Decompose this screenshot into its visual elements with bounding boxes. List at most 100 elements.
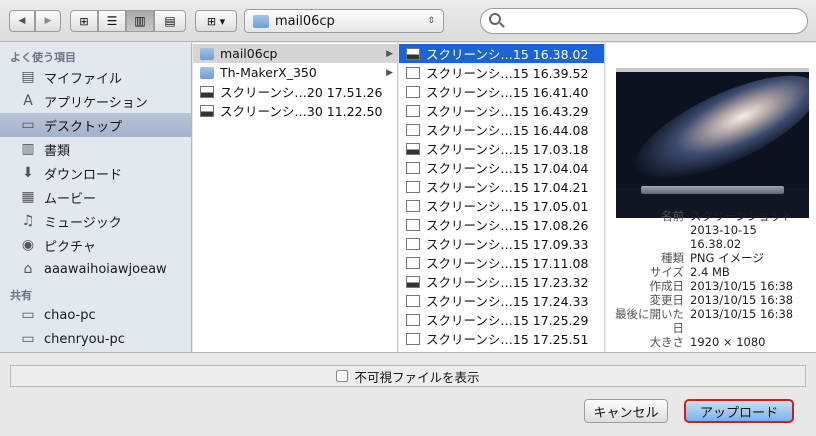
home-icon: ⌂	[23, 261, 33, 277]
arrange-icon: ⊞ ▾	[206, 14, 226, 28]
list-item[interactable]: スクリーンシ…15 17.05.01	[399, 196, 604, 215]
forward-button[interactable]: ▶	[35, 10, 61, 32]
sidebar-item-label: ムービー	[44, 191, 97, 207]
sidebar-item[interactable]: ▭ デスクトップ	[0, 113, 191, 137]
image-file-icon	[406, 85, 420, 98]
list-item[interactable]: mail06cp ▶	[193, 44, 397, 63]
info-row: 変更日 2013/10/15 16:38	[606, 293, 816, 307]
upload-button[interactable]: アップロード	[684, 399, 794, 423]
coverflow-view-button[interactable]: ▤	[154, 10, 186, 32]
image-file-icon	[406, 275, 420, 288]
sidebar-section-title: よく使う項目	[10, 51, 76, 64]
search-input[interactable]	[480, 8, 808, 34]
show-hidden-label[interactable]: 不可視ファイルを表示	[354, 367, 479, 386]
updown-icon: ⇕	[427, 16, 435, 26]
sidebar-item[interactable]: ◉ ピクチャ	[0, 233, 191, 257]
item-label: スクリーンシ…15 16.39.52	[426, 66, 589, 81]
forward-arrow-icon: ▶	[44, 16, 52, 26]
info-value: 2013/10/15 16:38	[690, 279, 794, 293]
movies-icon: ▦	[21, 189, 35, 205]
footer: 不可視ファイルを表示 キャンセル アップロード	[0, 352, 816, 436]
sidebar-item[interactable]: ♫ ミュージック	[0, 209, 191, 233]
info-key	[606, 223, 690, 237]
sidebar-item-label: マイファイル	[44, 71, 123, 87]
image-file-icon	[406, 161, 420, 174]
music-icon: ♫	[21, 213, 35, 229]
path-popup[interactable]: mail06cp ⇕	[244, 9, 444, 33]
coverflow-icon: ▤	[164, 14, 176, 28]
show-hidden-bar: 不可視ファイルを表示	[10, 365, 806, 387]
info-row: 作成日 2013/10/15 16:38	[606, 279, 816, 293]
back-button[interactable]: ◀	[9, 10, 35, 32]
sidebar-item[interactable]: ⌂ aaawaihoiawjoeaw	[0, 257, 191, 281]
sidebar-item[interactable]: A アプリケーション	[0, 89, 191, 113]
list-item[interactable]: スクリーンシ…15 17.04.21	[399, 177, 604, 196]
list-view-button[interactable]: ☰	[98, 10, 126, 32]
sidebar-item[interactable]: ⬇ ダウンロード	[0, 161, 191, 185]
list-item[interactable]: スクリーンシ…15 17.25.51	[399, 329, 604, 348]
info-row: 大きさ 1920 × 1080	[606, 335, 816, 349]
cancel-button[interactable]: キャンセル	[584, 399, 668, 423]
list-item[interactable]: スクリーンシ…15 16.39.52	[399, 63, 604, 82]
sidebar-item[interactable]: ▭ chenryou-pc	[0, 327, 191, 351]
list-item[interactable]: スクリーンシ…20 17.51.26	[193, 82, 397, 101]
info-key: サイズ	[649, 265, 684, 279]
list-item[interactable]: スクリーンシ…15 16.43.29	[399, 101, 604, 120]
item-label: スクリーンシ…15 17.04.21	[426, 180, 589, 195]
info-key: 作成日	[649, 279, 685, 293]
icon-view-button[interactable]: ⊞	[70, 10, 98, 32]
image-file-icon	[406, 256, 420, 269]
list-item[interactable]: スクリーンシ…15 17.24.33	[399, 291, 604, 310]
item-label: スクリーンシ…15 17.04.04	[426, 161, 589, 176]
sidebar-item[interactable]: ▦ ムービー	[0, 185, 191, 209]
image-file-icon	[200, 85, 214, 98]
disclosure-arrow-icon: ▶	[386, 67, 393, 78]
sidebar-item[interactable]: ▥ 書類	[0, 137, 191, 161]
sidebar-section-title: 共有	[10, 289, 32, 302]
computer-icon: ▭	[21, 307, 35, 323]
sidebar-item-label: 書類	[44, 143, 71, 159]
image-file-icon	[406, 142, 420, 155]
list-item[interactable]: スクリーンシ…15 17.23.32	[399, 272, 604, 291]
info-row: 名前 スクリーンショット	[606, 209, 816, 223]
list-item[interactable]: スクリーンシ…15 17.25.29	[399, 310, 604, 329]
list-icon: ☰	[106, 14, 118, 28]
sidebar-item-label: chenryou-pc	[44, 331, 125, 347]
info-value: 1920 × 1080	[690, 335, 766, 349]
item-label: スクリーンシ…15 17.24.33	[426, 294, 589, 309]
list-item[interactable]: スクリーンシ…15 17.11.08	[399, 253, 604, 272]
back-arrow-icon: ◀	[18, 16, 26, 26]
sidebar-item[interactable]: ▭ chao-pc	[0, 303, 191, 327]
list-item[interactable]: スクリーンシ…15 17.08.26	[399, 215, 604, 234]
list-item[interactable]: スクリーンシ…15 17.03.18	[399, 139, 604, 158]
list-item[interactable]: Th-MakerX_350 ▶	[193, 63, 397, 82]
item-label: Th-MakerX_350	[220, 65, 317, 80]
preview-info: 名前 スクリーンショット 2013-10-15 16.38.02 種類 PNG イメージサ…	[606, 209, 816, 349]
info-row: 2013-10-15	[606, 223, 816, 237]
info-value: PNG イメージ	[690, 251, 764, 265]
info-value: 2013-10-15	[690, 223, 757, 237]
info-row: サイズ 2.4 MB	[606, 265, 816, 279]
sidebar: よく使う項目 ▤ マイファイル A アプリケーション ▭ デスクトップ ▥ 書類 ⬇ ダウンロード ▦…	[0, 43, 192, 352]
item-label: スクリーンシ…15 17.25.29	[426, 313, 589, 328]
path-label: mail06cp	[275, 13, 335, 29]
desktop-icon: ▭	[21, 117, 35, 133]
list-item[interactable]: スクリーンシ…15 17.09.33	[399, 234, 604, 253]
list-item[interactable]: スクリーンシ…15 16.38.02	[399, 44, 604, 63]
galaxy-wallpaper-image	[616, 68, 809, 188]
info-key: 変更日	[649, 293, 685, 307]
grid-icon: ⊞	[79, 14, 89, 28]
show-hidden-checkbox[interactable]	[336, 370, 349, 382]
list-item[interactable]: スクリーンシ…15 17.04.04	[399, 158, 604, 177]
list-item[interactable]: スクリーンシ…30 11.22.50	[193, 101, 397, 120]
dock	[641, 186, 784, 194]
list-item[interactable]: スクリーンシ…15 16.41.40	[399, 82, 604, 101]
item-label: mail06cp	[220, 46, 278, 61]
column-view-button[interactable]: ▥	[126, 10, 154, 32]
image-file-icon	[406, 332, 420, 345]
arrange-button[interactable]: ⊞ ▾	[195, 10, 237, 32]
item-label: スクリーンシ…15 17.11.08	[426, 256, 589, 271]
sidebar-item[interactable]: ▤ マイファイル	[0, 65, 191, 89]
image-file-icon	[200, 104, 214, 117]
list-item[interactable]: スクリーンシ…15 16.44.08	[399, 120, 604, 139]
